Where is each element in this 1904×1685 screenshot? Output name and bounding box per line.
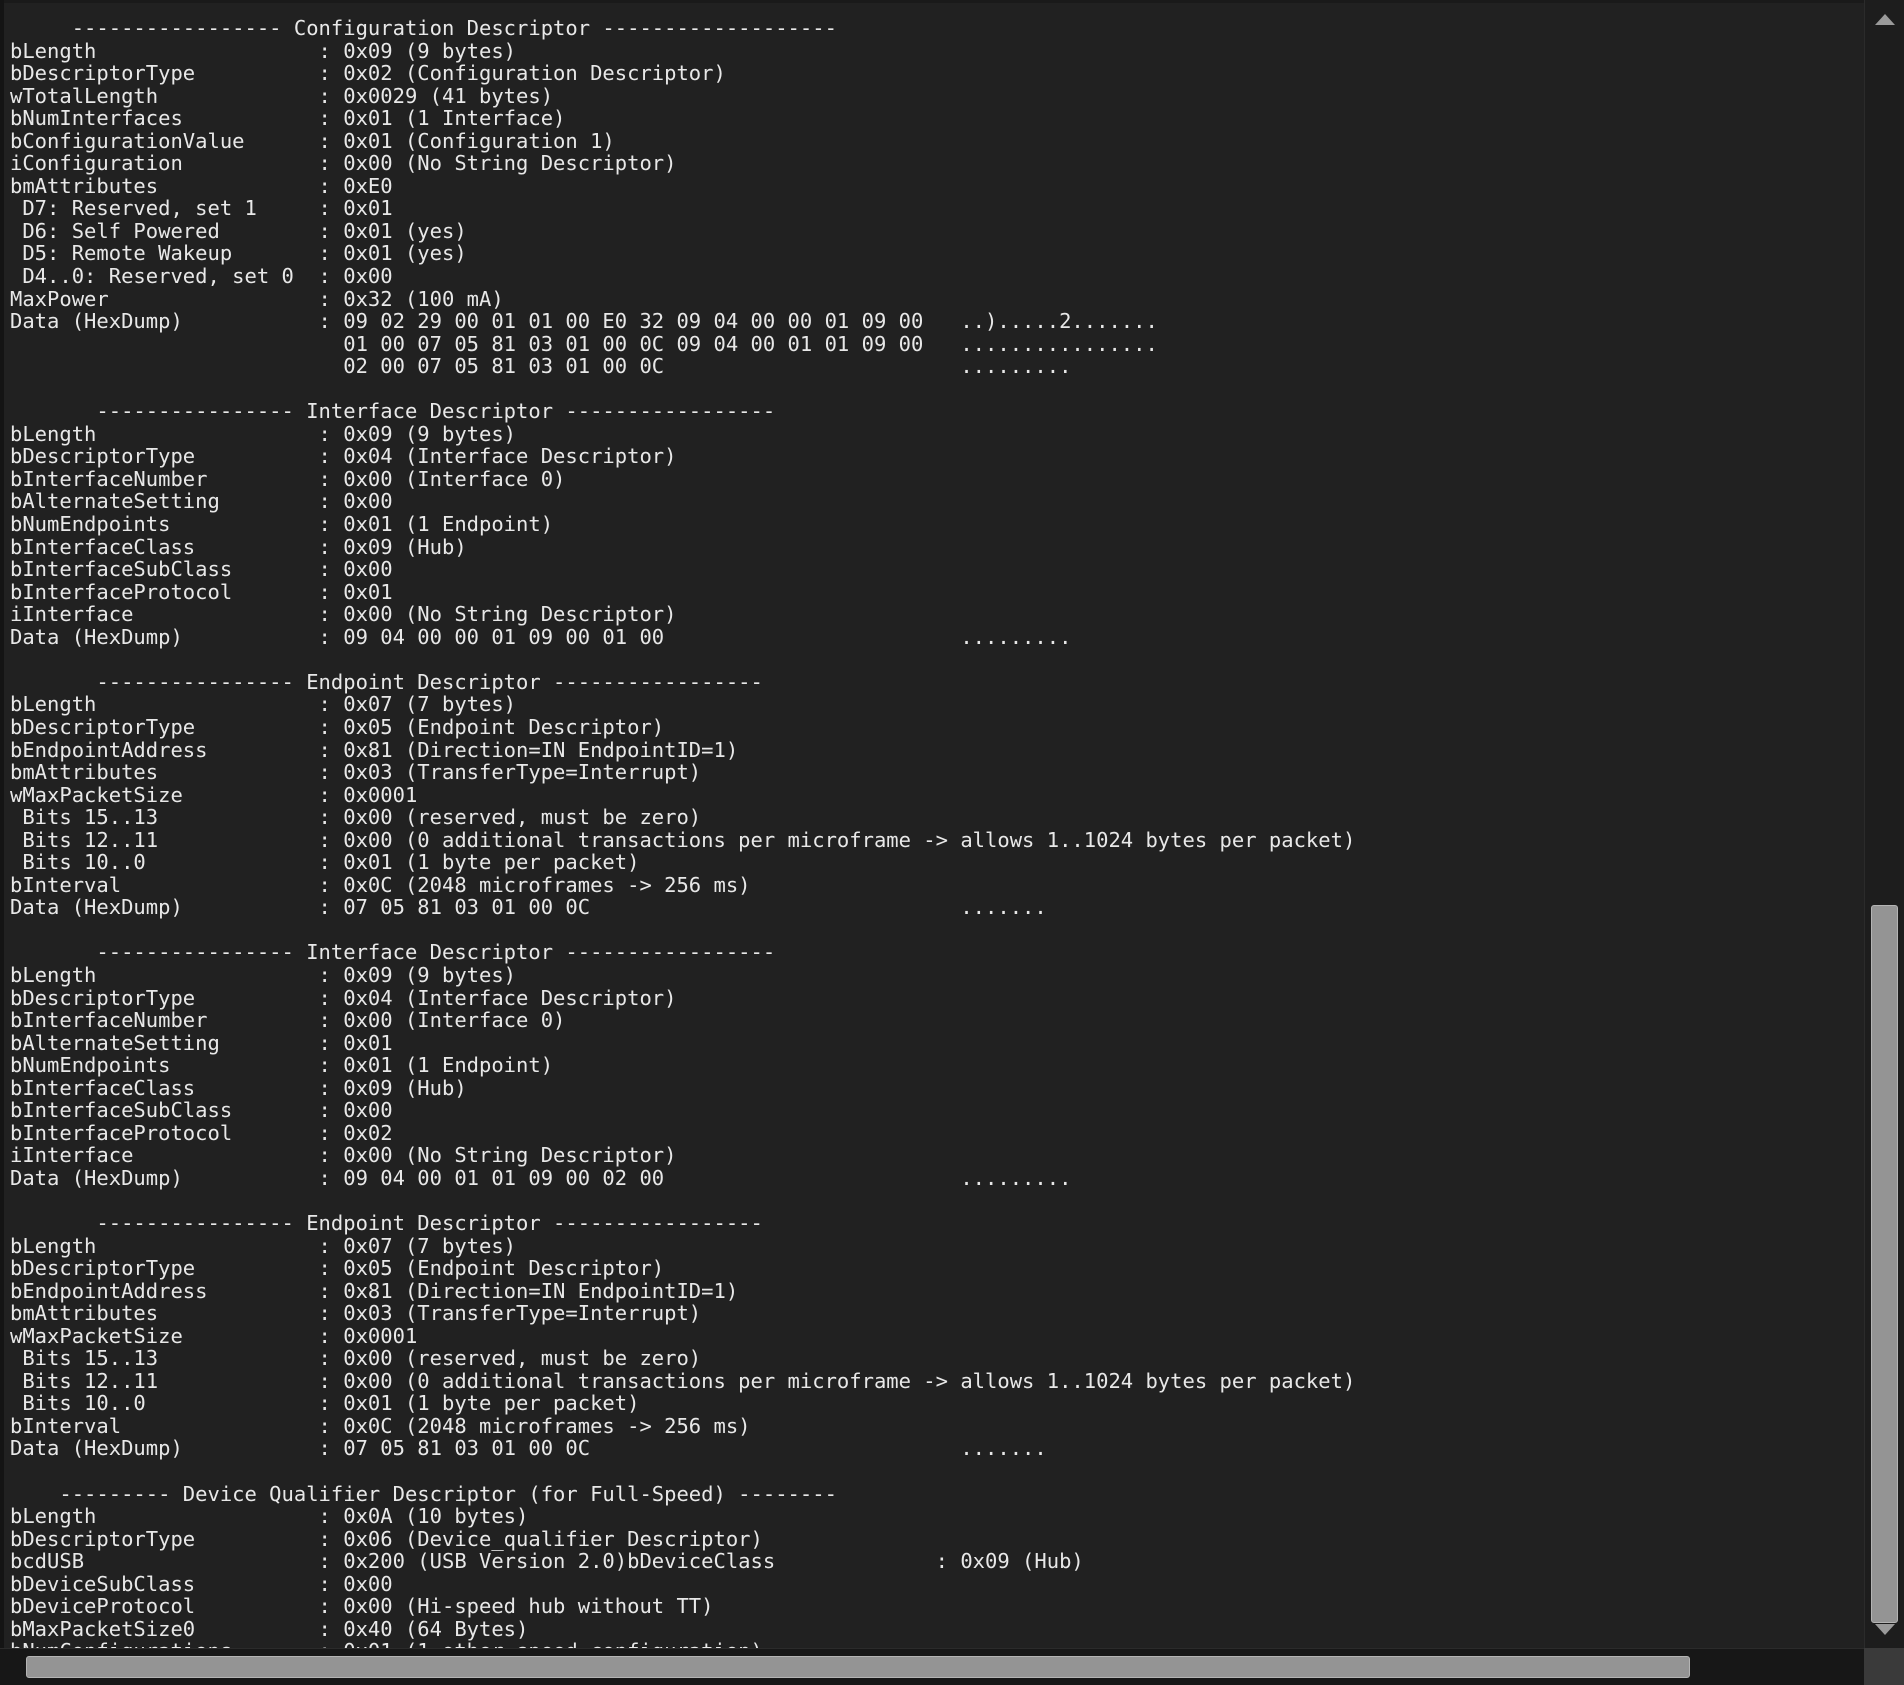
vertical-scrollbar[interactable] bbox=[1864, 0, 1904, 1648]
descriptor-dump-pane[interactable]: ----------------- Configuration Descript… bbox=[4, 3, 1849, 1648]
usb-descriptor-window: ----------------- Configuration Descript… bbox=[0, 0, 1904, 1685]
scroll-down-button[interactable] bbox=[1865, 1612, 1904, 1646]
triangle-down-icon bbox=[1874, 1623, 1895, 1635]
horizontal-scrollbar-thumb[interactable] bbox=[26, 1656, 1690, 1678]
descriptor-dump-text: ----------------- Configuration Descript… bbox=[10, 16, 1356, 1648]
horizontal-scrollbar[interactable] bbox=[0, 1648, 1864, 1685]
vertical-scrollbar-thumb[interactable] bbox=[1871, 905, 1898, 1623]
triangle-up-icon bbox=[1874, 13, 1895, 25]
scrollbar-corner bbox=[1864, 1648, 1904, 1685]
scroll-up-button[interactable] bbox=[1865, 2, 1904, 36]
